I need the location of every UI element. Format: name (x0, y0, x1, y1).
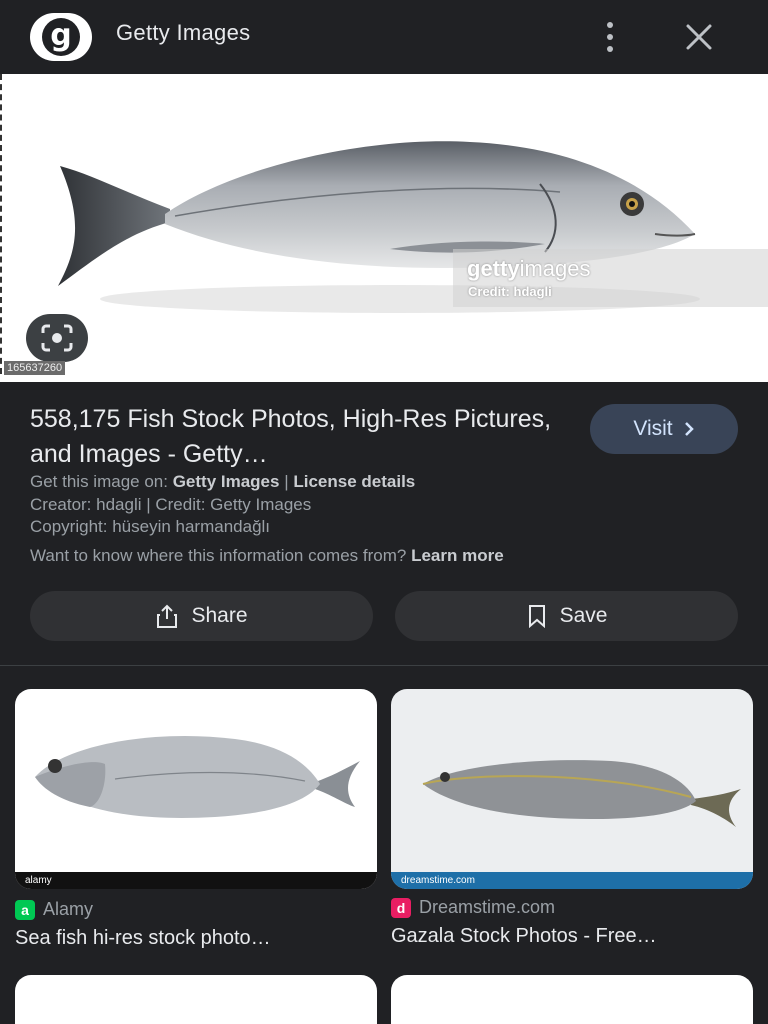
share-label: Share (191, 604, 248, 627)
related-fish-image (422, 760, 741, 827)
license-details-link[interactable]: License details (293, 472, 415, 491)
fish-image (58, 141, 700, 313)
save-label: Save (559, 604, 608, 627)
share-icon (157, 604, 178, 628)
related-caption[interactable]: Sea fish hi-res stock photo… (15, 927, 365, 950)
related-source: d Dreamstime.com (391, 897, 555, 918)
learn-more-link[interactable]: Learn more (411, 546, 504, 565)
getty-logo-icon: g (30, 13, 92, 61)
info-source-line: Want to know where this information come… (30, 546, 504, 565)
result-title[interactable]: 558,175 Fish Stock Photos, High-Res Pict… (30, 402, 570, 472)
related-caption[interactable]: Gazala Stock Photos - Free… (391, 925, 741, 948)
card-strip: dreamstime.com (391, 872, 753, 889)
source-name: Alamy (43, 899, 94, 919)
watermark-credit: Credit: hdagli (468, 284, 552, 299)
watermark-logo: gettyimages (467, 256, 591, 281)
share-button[interactable]: Share (30, 591, 373, 641)
related-image-card[interactable] (391, 975, 753, 1024)
related-image-card[interactable]: dreamstime.com (391, 689, 753, 889)
bookmark-icon (528, 605, 545, 628)
getty-images-link[interactable]: Getty Images (173, 472, 280, 491)
related-source: a Alamy (15, 899, 93, 920)
related-image-card[interactable]: alamy (15, 689, 377, 889)
visit-button[interactable]: Visit (590, 404, 738, 454)
chevron-right-icon (684, 422, 694, 436)
alamy-favicon-icon: a (15, 899, 35, 920)
source-name: Dreamstime.com (419, 897, 556, 917)
hero-image[interactable]: gettyimages Credit: hdagli 165637260 (0, 74, 768, 382)
dreamstime-favicon-icon: d (391, 897, 411, 918)
save-button[interactable]: Save (395, 591, 738, 641)
visit-label: Visit (633, 417, 673, 440)
logo-letter: g (42, 18, 80, 56)
related-fish-image (35, 735, 360, 818)
creator-line: Creator: hdagli | Credit: Getty Images (30, 495, 312, 514)
site-title: Getty Images (116, 20, 251, 45)
image-id: 165637260 (4, 361, 66, 375)
related-image-card[interactable] (15, 975, 377, 1024)
divider (0, 665, 768, 666)
lens-search-icon[interactable] (26, 314, 88, 362)
card-strip: alamy (15, 872, 377, 889)
top-bar: g Getty Images (0, 0, 768, 74)
close-icon[interactable] (680, 18, 718, 56)
get-image-line: Get this image on: Getty Images | Licens… (30, 472, 416, 491)
more-options-icon[interactable] (594, 18, 626, 56)
copyright-line: Copyright: hüseyin harmandağlı (30, 517, 271, 536)
